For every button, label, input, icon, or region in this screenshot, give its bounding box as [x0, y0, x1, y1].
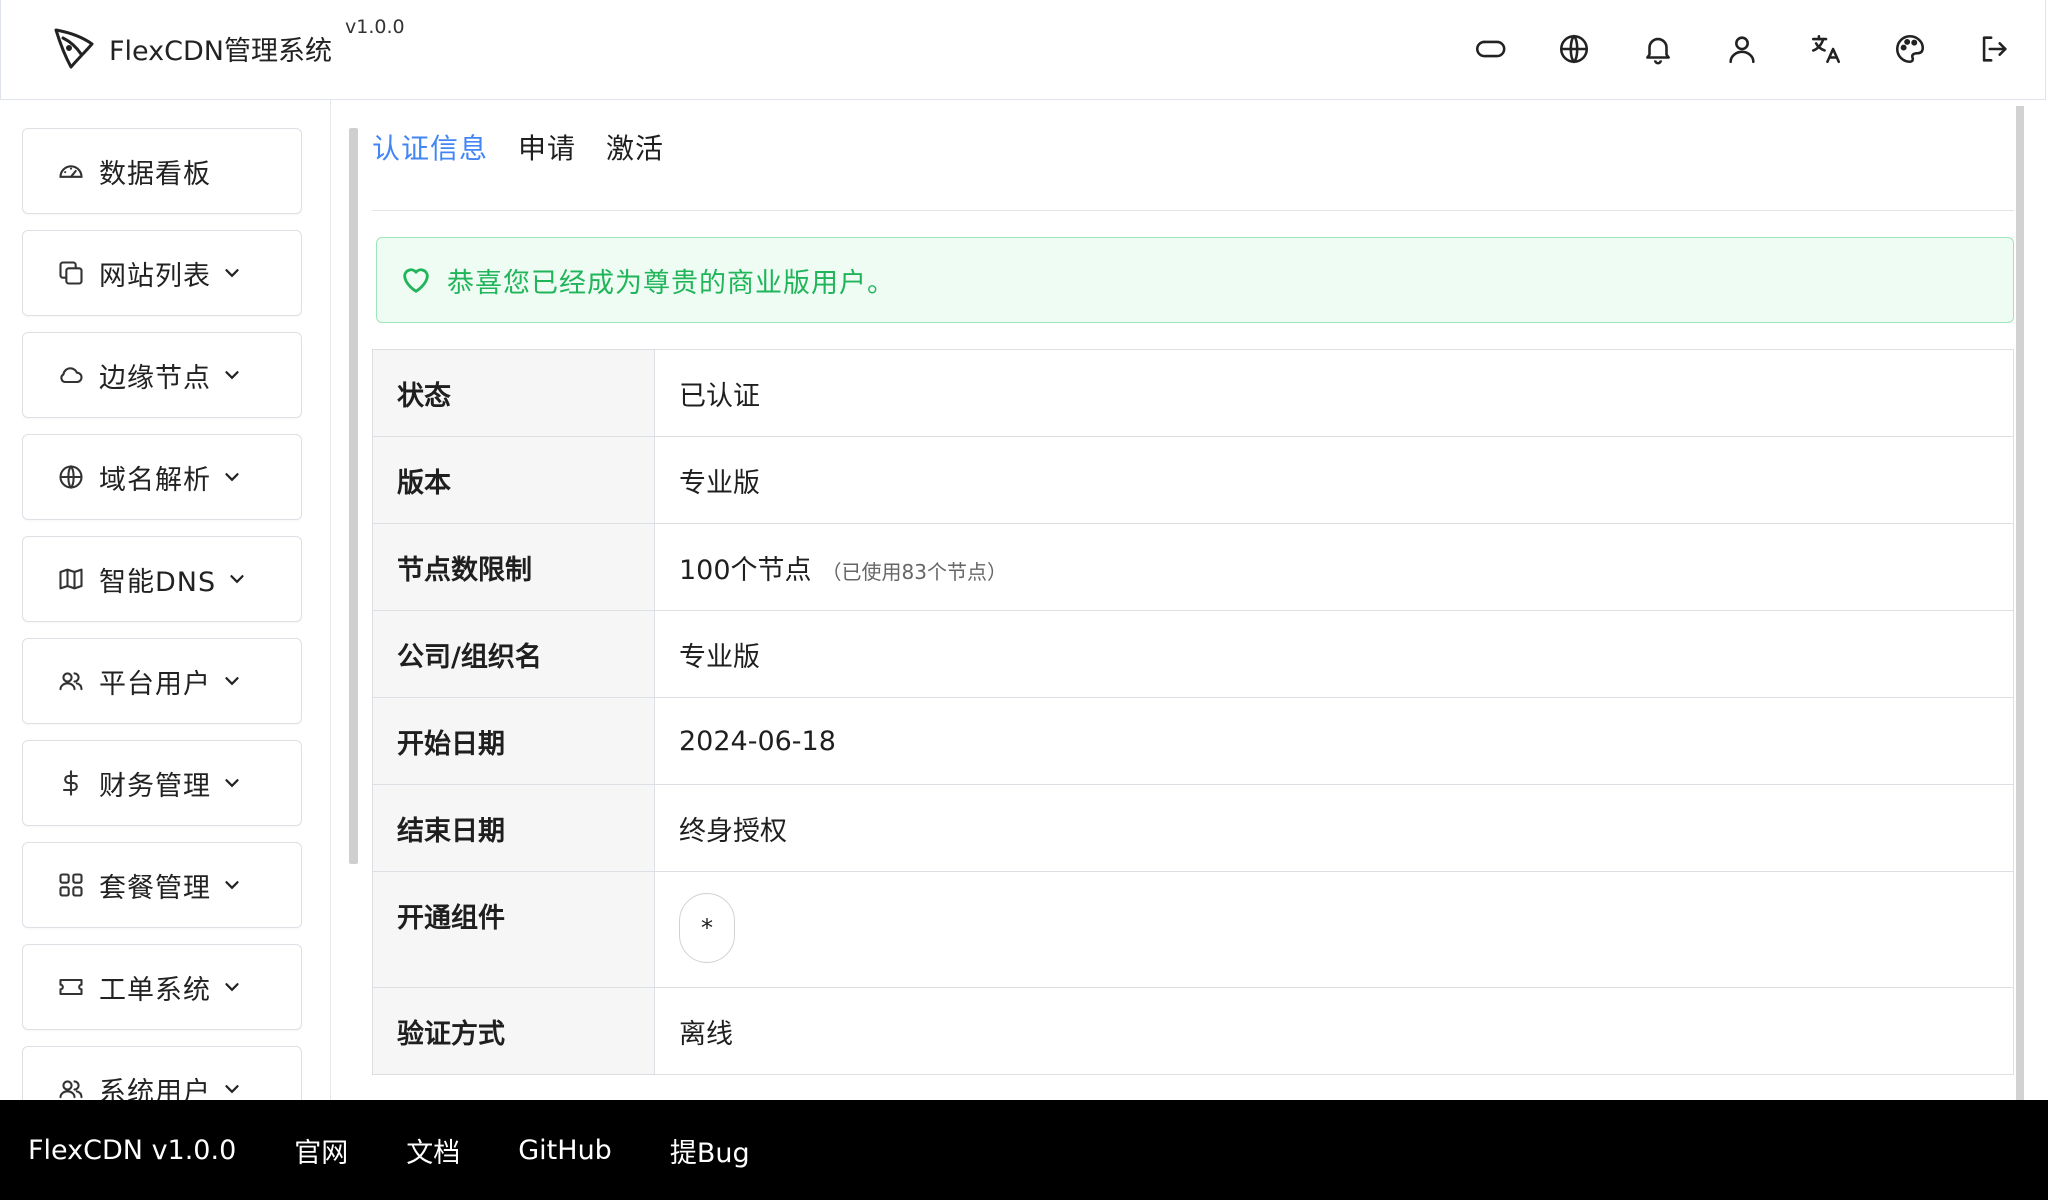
sidebar-item-label: 域名解析: [99, 464, 211, 496]
sidebar-item-finance[interactable]: 财务管理: [22, 740, 302, 826]
sidebar-item-packages[interactable]: 套餐管理: [22, 842, 302, 928]
sidebar: 数据看板 网站列表 边缘节点 域名解析 智能DNS 平台用户 财务管理 套餐管理…: [22, 128, 302, 1100]
dashboard-icon: [59, 165, 83, 178]
app-version: v1.0.0: [345, 16, 405, 38]
cloud-link-icon[interactable]: [1469, 28, 1511, 70]
chevron-down-icon: [230, 575, 244, 584]
table-row: 开通组件 *: [372, 871, 2014, 988]
app-name: FlexCDN管理系统: [109, 35, 332, 67]
sidebar-item-sites[interactable]: 网站列表: [22, 230, 302, 316]
sidebar-item-label: 数据看板: [99, 158, 211, 190]
end-date-value: 终身授权: [654, 784, 2014, 872]
table-row: 状态 已认证: [372, 349, 2014, 437]
sidebar-item-label: 智能DNS: [99, 566, 217, 598]
row-label: 公司/组织名: [372, 610, 655, 698]
main-content: 认证信息 申请 激活 恭喜您已经成为尊贵的商业版用户。 状态 已认证 版本 专业…: [372, 100, 2014, 1075]
sidebar-item-label: 套餐管理: [99, 872, 211, 904]
grid-icon: [59, 873, 83, 897]
map-icon: [59, 568, 83, 590]
top-actions: [1427, 28, 2015, 70]
tab-activate[interactable]: 激活: [606, 127, 664, 167]
chevron-down-icon: [225, 1085, 239, 1094]
tab-auth-info[interactable]: 认证信息: [372, 127, 488, 167]
sidebar-item-tickets[interactable]: 工单系统: [22, 944, 302, 1030]
table-row: 验证方式 离线: [372, 987, 2014, 1075]
notice-text: 恭喜您已经成为尊贵的商业版用户。: [447, 267, 895, 299]
table-row: 节点数限制 100个节点 （已使用83个节点）: [372, 523, 2014, 611]
top-bar: FlexCDN管理系统 v1.0.0: [0, 0, 2046, 100]
palette-icon[interactable]: [1889, 28, 1931, 70]
brand[interactable]: FlexCDN管理系统 v1.0.0: [53, 16, 405, 70]
row-label: 状态: [372, 349, 655, 437]
row-label: 开始日期: [372, 697, 655, 785]
footer-link-docs[interactable]: 文档: [406, 1131, 460, 1170]
logo-icon: [54, 28, 94, 69]
globe-icon[interactable]: [1553, 28, 1595, 70]
edition-value: 专业版: [654, 436, 2014, 524]
chevron-down-icon: [225, 677, 239, 686]
chevron-down-icon: [225, 269, 239, 278]
sidebar-item-dashboard[interactable]: 数据看板: [22, 128, 302, 214]
sidebar-divider: [330, 100, 331, 1100]
sidebar-item-edge-nodes[interactable]: 边缘节点: [22, 332, 302, 418]
table-row: 开始日期 2024-06-18: [372, 697, 2014, 785]
dollar-icon: [62, 770, 78, 796]
user-icon[interactable]: [1721, 28, 1763, 70]
org-value: 专业版: [654, 610, 2014, 698]
translate-icon[interactable]: [1805, 28, 1847, 70]
users-icon: [59, 1080, 83, 1099]
sidebar-item-label: 网站列表: [99, 260, 211, 292]
sidebar-item-domain-resolve[interactable]: 域名解析: [22, 434, 302, 520]
nodes-cell: 100个节点 （已使用83个节点）: [654, 523, 2014, 611]
sidebar-scrollbar[interactable]: [349, 128, 358, 864]
chevron-down-icon: [225, 371, 239, 380]
components-cell: *: [654, 871, 2014, 988]
row-label: 结束日期: [372, 784, 655, 872]
sidebar-item-label: 系统用户: [99, 1076, 211, 1101]
tab-bar: 认证信息 申请 激活: [372, 100, 2014, 211]
nodes-used: （已使用83个节点）: [821, 559, 1007, 584]
sidebar-item-label: 平台用户: [99, 668, 211, 700]
footer-link-website[interactable]: 官网: [294, 1131, 348, 1170]
chevron-down-icon: [225, 473, 239, 482]
copy-icon: [59, 261, 83, 285]
sidebar-item-system-users[interactable]: 系统用户: [22, 1046, 302, 1100]
footer-link-github[interactable]: GitHub: [518, 1135, 612, 1166]
main-scrollbar[interactable]: [2016, 106, 2024, 1100]
start-date-value: 2024-06-18: [654, 697, 2014, 785]
chevron-down-icon: [225, 983, 239, 992]
nodes-value: 100个节点: [679, 554, 812, 586]
status-value: 已认证: [654, 349, 2014, 437]
users-icon: [59, 672, 83, 691]
sidebar-item-platform-users[interactable]: 平台用户: [22, 638, 302, 724]
chevron-down-icon: [225, 881, 239, 890]
footer-brand: FlexCDN v1.0.0: [28, 1134, 237, 1166]
globe-icon: [59, 465, 83, 489]
verify-value: 离线: [654, 987, 2014, 1075]
row-label: 版本: [372, 436, 655, 524]
footer: FlexCDN v1.0.0 官网 文档 GitHub 提Bug: [0, 1100, 2048, 1200]
row-label: 验证方式: [372, 987, 655, 1075]
sidebar-item-label: 工单系统: [99, 974, 211, 1006]
sidebar-item-label: 财务管理: [99, 770, 211, 802]
license-info-table: 状态 已认证 版本 专业版 节点数限制 100个节点 （已使用83个节点） 公司/…: [372, 349, 2014, 1075]
footer-link-report-bug[interactable]: 提Bug: [670, 1131, 750, 1170]
chevron-down-icon: [225, 779, 239, 788]
row-label: 开通组件: [372, 871, 655, 988]
heart-icon: [403, 268, 429, 293]
table-row: 版本 专业版: [372, 436, 2014, 524]
table-row: 结束日期 终身授权: [372, 784, 2014, 872]
sidebar-item-label: 边缘节点: [99, 362, 211, 394]
component-chip: *: [679, 893, 735, 963]
tab-apply[interactable]: 申请: [518, 127, 576, 167]
cloud-icon: [60, 367, 83, 384]
table-row: 公司/组织名 专业版: [372, 610, 2014, 698]
ticket-icon: [59, 978, 83, 996]
success-notice: 恭喜您已经成为尊贵的商业版用户。: [376, 237, 2014, 323]
bell-icon[interactable]: [1637, 28, 1679, 70]
logout-icon[interactable]: [1973, 28, 2015, 70]
sidebar-item-smart-dns[interactable]: 智能DNS: [22, 536, 302, 622]
row-label: 节点数限制: [372, 523, 655, 611]
